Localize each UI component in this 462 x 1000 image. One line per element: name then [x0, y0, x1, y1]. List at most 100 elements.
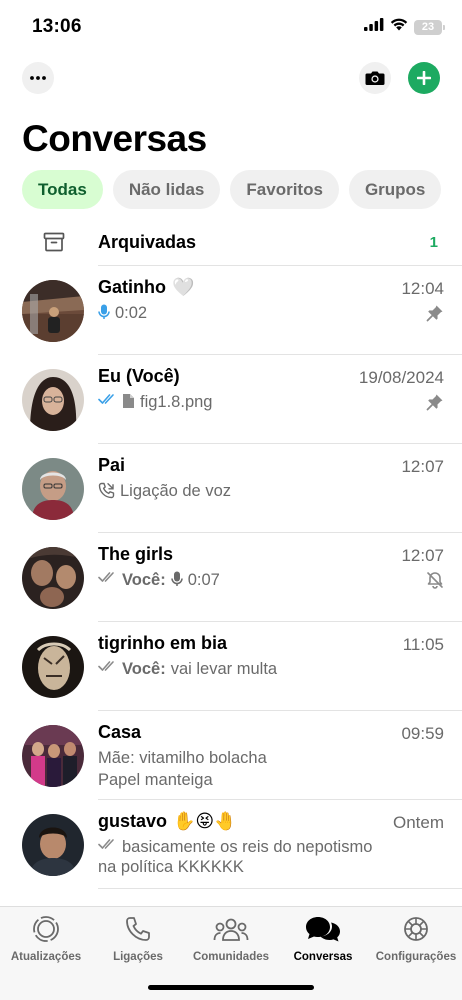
- new-chat-button[interactable]: [408, 62, 440, 94]
- chat-row[interactable]: Eu (Você) 19/08/2024 fig1.8.png: [0, 355, 462, 444]
- tab-updates[interactable]: Atualizações: [0, 913, 92, 963]
- archived-count: 1: [429, 234, 438, 251]
- tab-label: Ligações: [113, 951, 163, 963]
- communities-icon: [213, 913, 249, 945]
- chat-name-text: Eu (Você): [98, 366, 180, 386]
- avatar: [22, 280, 84, 342]
- avatar: [22, 636, 84, 698]
- chat-time: 12:04: [401, 279, 444, 298]
- tab-communities[interactable]: Comunidades: [185, 913, 277, 963]
- status-icons: 23: [364, 18, 445, 36]
- pin-icon: [426, 304, 444, 327]
- mic-icon: [98, 304, 110, 320]
- chat-preview-text: Mãe: vitamilho bolacha: [98, 749, 267, 767]
- pin-icon: [426, 393, 444, 416]
- chat-time: 09:59: [401, 724, 444, 743]
- settings-icon: [401, 913, 431, 945]
- double-check-icon: [98, 393, 117, 405]
- chat-preview-text: 0:02: [115, 304, 148, 322]
- status-time: 13:06: [32, 16, 82, 37]
- chat-preview: 0:02: [98, 302, 418, 324]
- chat-name-text: Gatinho: [98, 277, 166, 297]
- tab-label: Configurações: [375, 951, 457, 963]
- status-bar: 13:06 23: [0, 0, 462, 54]
- chat-name: Gatinho 🤍: [98, 277, 194, 298]
- chat-preview: basicamente os reis do nepotismo: [98, 836, 418, 858]
- more-options-button[interactable]: [22, 62, 54, 94]
- chat-preview: Mãe: vitamilho bolacha Papel manteiga: [98, 747, 418, 791]
- chat-preview-text-line2: na política KKKKKK: [98, 858, 244, 876]
- chat-name-text: Casa: [98, 722, 142, 742]
- ellipsis-icon: [30, 76, 46, 80]
- chat-name: tigrinho em bia: [98, 633, 227, 654]
- tab-settings[interactable]: Configurações: [370, 913, 462, 963]
- chat-preview-sender: Você:: [122, 660, 166, 678]
- battery-icon: 23: [414, 19, 445, 35]
- chat-preview-text: fig1.8.png: [140, 393, 213, 411]
- updates-icon: [31, 913, 61, 945]
- chat-preview: fig1.8.png: [98, 391, 418, 413]
- chat-time: 11:05: [402, 635, 444, 654]
- call-icon: [98, 482, 115, 499]
- chat-preview: Ligação de voz: [98, 480, 418, 502]
- chat-row[interactable]: Pai 12:07 Ligação de voz: [0, 444, 462, 533]
- chat-row[interactable]: gustavo ✋😝🤚 Ontem basicamente os reis do…: [0, 800, 462, 889]
- avatar: [22, 725, 84, 787]
- filter-chips: Todas Não lidas Favoritos Grupos: [22, 170, 442, 209]
- avatar: [22, 814, 84, 876]
- tab-label: Conversas: [293, 951, 353, 963]
- chat-name-text: The girls: [98, 544, 174, 564]
- chat-preview-text: Ligação de voz: [120, 482, 231, 500]
- chat-time: 12:07: [401, 457, 444, 476]
- tab-chats[interactable]: Conversas: [277, 913, 369, 963]
- chat-row[interactable]: Casa 09:59 Mãe: vitamilho bolacha Papel …: [0, 711, 462, 800]
- phone-icon: [124, 913, 152, 945]
- filter-groups[interactable]: Grupos: [348, 170, 442, 209]
- chat-preview: Você: 0:07: [98, 569, 418, 591]
- double-check-icon: [98, 571, 117, 583]
- camera-icon: [365, 71, 385, 85]
- double-check-icon: [98, 838, 117, 850]
- chat-preview-text: vai levar multa: [170, 660, 278, 678]
- page-title: Conversas: [22, 118, 207, 159]
- camera-button[interactable]: [359, 62, 391, 94]
- chat-name-text: Pai: [98, 455, 126, 475]
- chat-name: Pai: [98, 455, 125, 476]
- chat-time: 12:07: [401, 546, 444, 565]
- chat-row[interactable]: The girls 12:07 Você: 0:07: [0, 533, 462, 622]
- chat-row[interactable]: Gatinho 🤍 12:04 0:02: [0, 266, 462, 355]
- avatar: [22, 547, 84, 609]
- chat-name: gustavo ✋😝🤚: [98, 811, 237, 832]
- chat-name-text: tigrinho em bia: [98, 633, 228, 653]
- signal-icon: [364, 18, 384, 36]
- chat-name: Eu (Você): [98, 366, 180, 387]
- chat-row[interactable]: tigrinho em bia 11:05 Você: vai levar mu…: [0, 622, 462, 711]
- document-icon: [122, 393, 135, 409]
- chat-preview: Você: vai levar multa: [98, 658, 418, 680]
- home-indicator: [148, 985, 314, 990]
- filter-all[interactable]: Todas: [22, 170, 103, 209]
- filter-unread[interactable]: Não lidas: [112, 170, 221, 209]
- avatar: [22, 458, 84, 520]
- chat-name-emoji: ✋😝🤚: [173, 811, 237, 831]
- avatar: [22, 369, 84, 431]
- chat-name: Casa: [98, 722, 141, 743]
- muted-icon: [426, 571, 444, 594]
- filter-favorites[interactable]: Favoritos: [230, 170, 339, 209]
- plus-icon: [417, 71, 431, 85]
- chat-time: Ontem: [392, 813, 444, 832]
- chat-preview-sender: Você:: [122, 571, 166, 589]
- tab-label: Comunidades: [192, 951, 270, 963]
- chat-time: 19/08/2024: [358, 368, 444, 387]
- archive-icon: [42, 230, 66, 259]
- archived-row[interactable]: Arquivadas 1: [0, 222, 462, 266]
- archived-label: Arquivadas: [98, 232, 197, 252]
- chats-icon: [304, 913, 342, 945]
- chat-list: Gatinho 🤍 12:04 0:02 Eu (Você) 19/08/202…: [0, 266, 462, 889]
- chat-preview-text-line2: Papel manteiga: [98, 771, 213, 789]
- chat-name: The girls: [98, 544, 173, 565]
- chat-name-emoji: 🤍: [172, 277, 195, 297]
- tab-label: Atualizações: [10, 951, 82, 963]
- chat-name-text: gustavo: [98, 811, 168, 831]
- tab-calls[interactable]: Ligações: [92, 913, 184, 963]
